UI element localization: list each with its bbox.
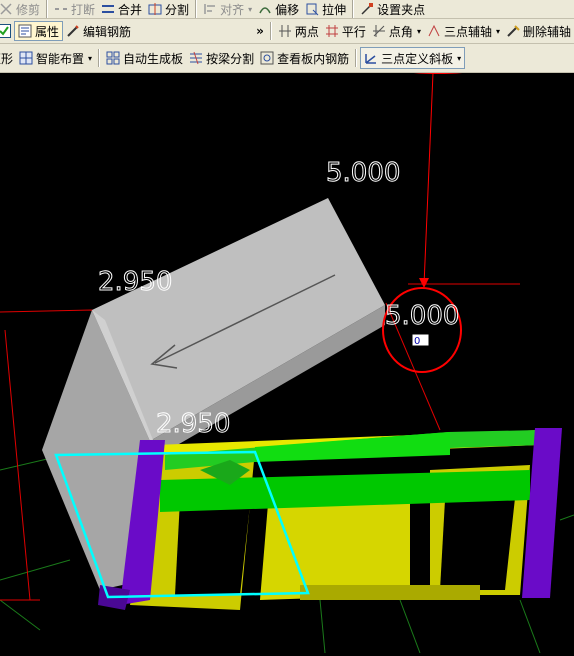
stretch-button[interactable]: 拉伸 (302, 0, 349, 18)
trim-icon (0, 2, 13, 16)
view-slab-rebar-button[interactable]: 查看板内钢筋 (257, 48, 352, 68)
merge-icon (101, 2, 115, 16)
separator (269, 22, 272, 40)
smart-layout-icon (19, 51, 33, 65)
stretch-icon (305, 2, 319, 16)
grip-icon (360, 2, 374, 16)
dim-label-left: 2.950 (98, 267, 172, 297)
two-point-icon (278, 24, 292, 38)
toolbar-row-3: 矩形 智能布置▾ 自动生成板 按梁分割 查看板内钢筋 三点定义斜板▾ (0, 44, 574, 73)
value-input-text: 0 (414, 336, 420, 347)
point-angle-button[interactable]: 点角 ▾ (369, 21, 424, 41)
merge-button[interactable]: 合并 (98, 0, 145, 18)
toolbar-row-1: 修剪 打断 合并 分割 对齐 ▾ 偏移 拉伸 设置夹点 (0, 0, 574, 19)
separator (352, 0, 355, 18)
three-point-slope-button[interactable]: 三点定义斜板 ▾ (360, 47, 466, 69)
3d-viewport[interactable]: 5.000 2.950 5.000 2.950 0 (0, 40, 574, 654)
toolbar-row-2: 属性 编辑钢筋 » 两点 平行 点角 ▾ 三点辅轴 ▾ 删除辅轴 (0, 19, 574, 44)
separator (46, 0, 49, 18)
set-grip-button[interactable]: 设置夹点 (357, 0, 428, 18)
slope-dropdown-arrow[interactable]: ▾ (457, 54, 461, 63)
split-by-beam-button[interactable]: 按梁分割 (186, 48, 257, 68)
rect-button[interactable]: 矩形 (0, 48, 16, 68)
checkbox-icon (0, 24, 11, 38)
edit-rebar-button[interactable]: 编辑钢筋 (63, 21, 134, 41)
trim-button[interactable]: 修剪 (0, 0, 43, 18)
delete-axis-button[interactable]: 删除辅轴 (503, 21, 574, 41)
slope-slab-icon (364, 51, 378, 65)
point-angle-icon (372, 24, 386, 38)
align-button[interactable]: 对齐 ▾ (200, 0, 255, 18)
two-point-button[interactable]: 两点 (275, 21, 322, 41)
edit-rebar-icon (66, 24, 80, 38)
parallel-icon (325, 24, 339, 38)
auto-slab-icon (106, 51, 120, 65)
separator (355, 49, 358, 67)
dim-label-right: 5.000 (385, 301, 459, 331)
view-rebar-icon (260, 51, 274, 65)
auto-gen-slab-button[interactable]: 自动生成板 (103, 48, 186, 68)
break-icon (54, 2, 68, 16)
offset-button[interactable]: 偏移 (255, 0, 302, 18)
separator (98, 49, 101, 67)
three-point-axis-icon (427, 24, 441, 38)
split-icon (148, 2, 162, 16)
overflow-button[interactable]: » (253, 21, 267, 41)
split-by-beam-icon (189, 51, 203, 65)
parallel-button[interactable]: 平行 (322, 21, 369, 41)
properties-button[interactable]: 属性 (14, 21, 64, 41)
split-button[interactable]: 分割 (145, 0, 192, 18)
separator (195, 0, 198, 18)
three-point-axis-button[interactable]: 三点辅轴 ▾ (424, 21, 503, 41)
dim-label-bottom: 2.950 (156, 409, 230, 439)
properties-icon (18, 24, 32, 38)
smart-layout-button[interactable]: 智能布置 ▾ (16, 48, 95, 68)
align-icon (203, 2, 217, 16)
checkbox-stub[interactable] (0, 21, 14, 41)
break-button[interactable]: 打断 (51, 0, 98, 18)
delete-axis-icon (506, 24, 520, 38)
offset-icon (258, 2, 272, 16)
viewport-canvas[interactable]: 5.000 2.950 5.000 2.950 0 (0, 40, 574, 654)
dim-label-top: 5.000 (326, 158, 400, 188)
